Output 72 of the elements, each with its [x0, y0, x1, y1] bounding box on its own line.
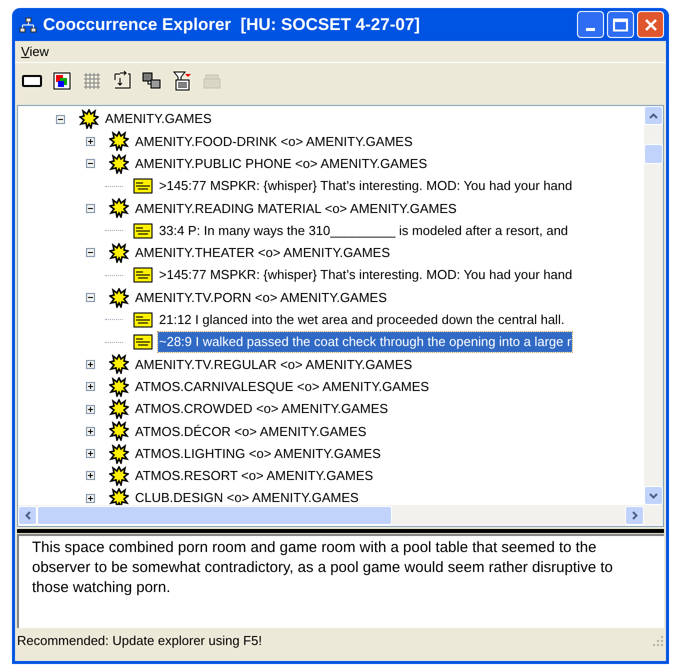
grid-icon[interactable]	[81, 70, 103, 92]
minimize-button[interactable]	[577, 11, 604, 38]
scroll-right-button[interactable]	[625, 506, 644, 524]
scroll-thumb[interactable]	[37, 506, 392, 524]
menu-item[interactable]: View	[19, 42, 51, 62]
close-button[interactable]	[637, 11, 664, 38]
collapse-icon[interactable]	[86, 204, 94, 213]
code-label[interactable]: ATMOS.CROWDED <o> AMENITY.GAMES	[134, 399, 390, 419]
scroll-left-button[interactable]	[18, 506, 37, 524]
quotation-icon	[133, 267, 153, 284]
collapse-icon[interactable]	[86, 248, 94, 258]
quotation-label[interactable]: 21:12 I glanced into the wet area and proceeded down the central hall.	[158, 310, 566, 330]
code-label[interactable]: AMENITY.TV.PORN <o> AMENITY.GAMES	[134, 288, 388, 308]
code-star-icon	[109, 198, 129, 218]
code-star-icon	[109, 466, 129, 486]
code-label[interactable]: AMENITY.TV.REGULAR <o> AMENITY.GAMES	[134, 354, 414, 374]
code-star-icon	[109, 399, 129, 419]
code-star-icon	[79, 109, 99, 130]
app-icon	[19, 16, 37, 32]
close-icon	[644, 18, 658, 32]
code-star-icon	[109, 354, 129, 374]
code-star-icon	[109, 421, 129, 442]
quotation-icon	[133, 222, 153, 239]
code-label[interactable]: AMENITY.FOOD-DRINK <o> AMENITY.GAMES	[134, 132, 414, 152]
collapse-icon[interactable]	[56, 114, 64, 124]
status-text: Recommended: Update explorer using F5!	[17, 632, 263, 650]
code-star-icon	[109, 376, 129, 397]
horizontal-scrollbar[interactable]	[18, 505, 663, 525]
code-star-icon	[109, 444, 129, 464]
window-title: Cooccurrence Explorer [HU: SOCSET 4-27-07]	[43, 14, 421, 36]
expand-icon[interactable]	[86, 426, 94, 436]
code-label[interactable]: AMENITY.THEATER <o> AMENITY.GAMES	[134, 243, 392, 263]
scroll-thumb[interactable]	[644, 144, 663, 164]
collapse-icon[interactable]	[86, 293, 94, 302]
code-label[interactable]: ATMOS.LIGHTING <o> AMENITY.GAMES	[134, 444, 382, 464]
maximize-button[interactable]	[607, 11, 634, 38]
expand-icon[interactable]	[86, 494, 94, 503]
code-label[interactable]: ATMOS.DÉCOR <o> AMENITY.GAMES	[134, 422, 368, 442]
code-label[interactable]: ATMOS.CARNIVALESQUE <o> AMENITY.GAMES	[134, 376, 430, 396]
scroll-up-button[interactable]	[644, 106, 663, 125]
expand-icon[interactable]	[86, 360, 94, 369]
code-label[interactable]: AMENITY.READING MATERIAL <o> AMENITY.GAMES	[134, 198, 458, 218]
comment-field[interactable]: This space combined porn room and game room with a pool table that seemed to the observer to be somewhat contradictory, as a pool game would seem rather disruptive to those watching porn.	[17, 534, 664, 628]
code-label[interactable]: AMENITY.PUBLIC PHONE <o> AMENITY.GAMES	[134, 154, 428, 174]
expand-icon[interactable]	[86, 382, 94, 392]
quotation-label[interactable]: >145:77 MSPKR: {whisper} That’s interesting. MOD: You had your hand	[158, 265, 574, 285]
expand-icon[interactable]	[86, 449, 94, 458]
quotation-icon	[133, 178, 153, 194]
code-star-icon	[109, 288, 129, 308]
expand-icon[interactable]	[86, 404, 94, 414]
code-star-icon	[109, 154, 129, 174]
filter-icon[interactable]	[171, 70, 193, 92]
code-label[interactable]: CLUB.DESIGN <o> AMENITY.GAMES	[134, 488, 360, 505]
scroll-down-button[interactable]	[644, 486, 663, 505]
code-star-icon	[109, 488, 129, 505]
code-label[interactable]: AMENITY.GAMES	[104, 109, 213, 129]
minimize-icon	[586, 28, 595, 31]
resize-grip-icon[interactable]	[652, 635, 664, 647]
colour-swatch-icon[interactable]	[51, 70, 73, 92]
maximize-icon	[613, 18, 628, 32]
quotation-icon	[133, 312, 153, 328]
vertical-scrollbar[interactable]	[644, 106, 663, 505]
collapse-icon[interactable]	[86, 159, 94, 168]
quotation-label[interactable]: ~28:9 I walked passed the coat check through the opening into a large r	[158, 332, 572, 352]
code-label[interactable]: ATMOS.RESORT <o> AMENITY.GAMES	[134, 466, 374, 486]
expand-icon[interactable]	[86, 136, 94, 146]
quotation-label[interactable]: >145:77 MSPKR: {whisper} That’s interesting. MOD: You had your hand	[158, 176, 574, 196]
quotation-label[interactable]: 33:4 P: In many ways the 310_________ is modeled after a resort, and	[158, 220, 570, 240]
code-star-icon	[109, 242, 129, 263]
code-star-icon	[109, 131, 129, 152]
quotation-icon	[133, 334, 153, 350]
expand-icon[interactable]	[86, 471, 94, 480]
